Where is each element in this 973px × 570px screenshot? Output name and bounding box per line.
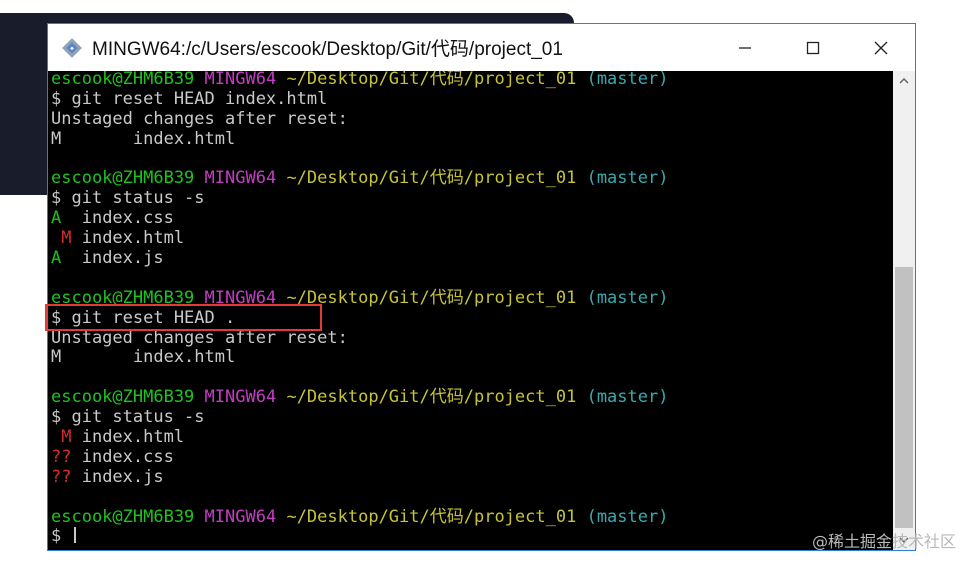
terminal-text: index.js xyxy=(71,466,164,487)
terminal-text: index.css xyxy=(71,446,174,467)
terminal-text: (master) xyxy=(586,287,669,308)
terminal-text: MINGW64 xyxy=(204,168,277,189)
maximize-button[interactable] xyxy=(779,24,847,71)
terminal-text: ?? xyxy=(51,446,72,467)
terminal-text: M xyxy=(51,228,72,249)
close-icon xyxy=(874,41,888,54)
terminal-line: escook@ZHM6B39 MINGW64 ~/Desktop/Git/代码/… xyxy=(51,71,668,90)
terminal-text: ~/Desktop/Git/代码/project_01 xyxy=(286,287,577,308)
terminal-text: M index.html xyxy=(51,128,236,149)
terminal-window[interactable]: MINGW64:/c/Users/escook/Desktop/Git/代码/p… xyxy=(47,23,916,551)
terminal-text: escook@ZHM6B39 xyxy=(51,168,195,189)
highlight-box xyxy=(45,304,322,331)
terminal-line: $ git reset HEAD index.html xyxy=(51,88,668,110)
terminal-text: $ git status -s xyxy=(51,188,205,209)
terminal-text: index.js xyxy=(61,248,164,269)
chevron-up-icon xyxy=(899,78,909,84)
terminal-text: (master) xyxy=(586,387,669,408)
terminal-text: M index.html xyxy=(51,347,236,368)
terminal-line: M index.html xyxy=(51,128,668,150)
terminal-text: ~/Desktop/Git/代码/project_01 xyxy=(286,71,577,89)
close-button[interactable] xyxy=(847,24,915,71)
terminal-line: ?? index.css xyxy=(51,446,668,468)
terminal-text: escook@ZHM6B39 xyxy=(51,506,195,527)
terminal-line: M index.html xyxy=(51,228,668,249)
terminal-text: ~/Desktop/Git/代码/project_01 xyxy=(286,387,577,408)
scroll-up-button[interactable] xyxy=(893,71,915,91)
terminal-text: MINGW64 xyxy=(204,71,277,89)
terminal-text: MINGW64 xyxy=(204,506,277,527)
terminal-text: (master) xyxy=(586,168,669,189)
minimize-icon xyxy=(739,46,751,49)
terminal-text: Unstaged changes after reset: xyxy=(51,108,348,129)
terminal-text: (master) xyxy=(586,71,669,89)
terminal-line: A index.js xyxy=(51,248,668,269)
terminal-line: A index.css xyxy=(51,208,668,229)
terminal-text: index.html xyxy=(71,427,185,448)
watermark: @稀土掘金技术社区 xyxy=(811,532,956,551)
text-cursor xyxy=(74,527,77,544)
terminal-text: index.html xyxy=(71,228,185,249)
maximize-icon xyxy=(806,41,820,54)
terminal-text: ~/Desktop/Git/代码/project_01 xyxy=(286,506,577,527)
terminal-line: Unstaged changes after reset: xyxy=(51,108,668,130)
terminal-line: escook@ZHM6B39 MINGW64 ~/Desktop/Git/代码/… xyxy=(51,169,668,189)
scrollbar-thumb[interactable] xyxy=(895,267,913,528)
terminal-text: $ xyxy=(51,526,72,547)
terminal-text: $ git status -s xyxy=(51,407,205,428)
terminal-text: M xyxy=(51,427,72,448)
terminal-text: index.css xyxy=(61,208,174,229)
terminal-text: A xyxy=(51,248,62,269)
window-title: MINGW64:/c/Users/escook/Desktop/Git/代码/p… xyxy=(92,39,563,60)
terminal-text: ?? xyxy=(51,466,72,487)
terminal-text: escook@ZHM6B39 xyxy=(51,71,195,89)
title-bar[interactable]: MINGW64:/c/Users/escook/Desktop/Git/代码/p… xyxy=(48,24,915,71)
git-bash-diamond-icon xyxy=(62,37,82,58)
terminal-line: M index.html xyxy=(51,348,668,368)
vertical-scrollbar[interactable] xyxy=(893,71,915,550)
terminal-line: M index.html xyxy=(51,427,668,448)
terminal-text: MINGW64 xyxy=(204,387,277,408)
terminal-line: $ xyxy=(51,527,668,547)
terminal-line: escook@ZHM6B39 MINGW64 ~/Desktop/Git/代码/… xyxy=(51,387,669,408)
terminal-text: A xyxy=(51,208,62,229)
terminal-text: $ git reset HEAD index.html xyxy=(51,88,328,109)
terminal-line: escook@ZHM6B39 MINGW64 ~/Desktop/Git/代码/… xyxy=(51,506,669,528)
terminal-text: (master) xyxy=(586,506,669,527)
terminal-line: $ git status -s xyxy=(51,407,668,428)
terminal-line: Unstaged changes after reset: xyxy=(51,328,668,349)
terminal-text: escook@ZHM6B39 xyxy=(51,387,195,408)
terminal-line: ?? index.js xyxy=(51,466,668,488)
window-controls xyxy=(711,24,915,71)
terminal-text: ~/Desktop/Git/代码/project_01 xyxy=(286,168,577,189)
minimize-button[interactable] xyxy=(711,24,779,71)
terminal-line: $ git status -s xyxy=(51,188,668,209)
